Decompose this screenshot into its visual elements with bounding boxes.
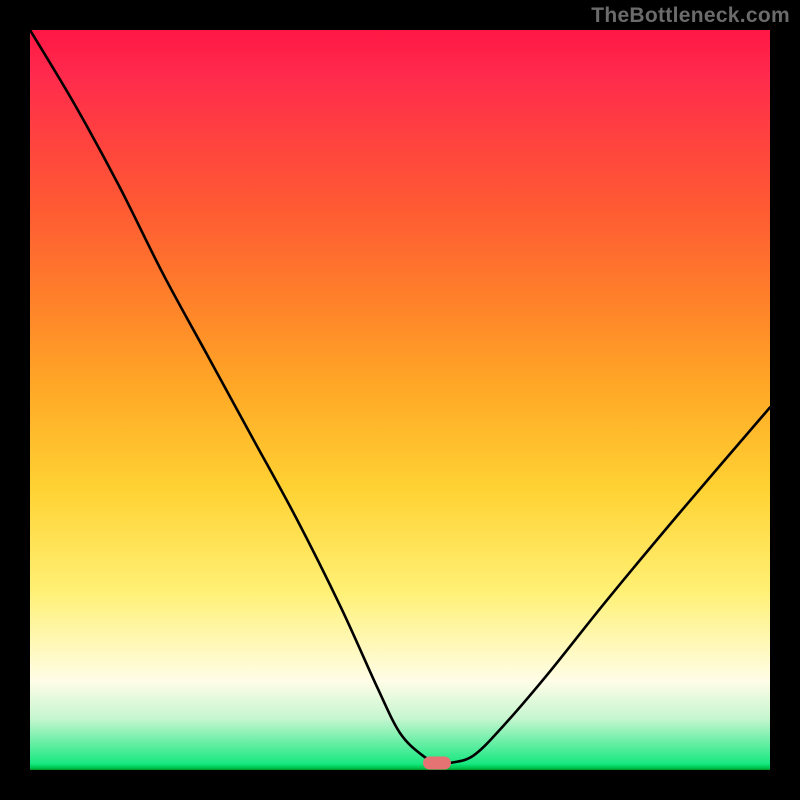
bottleneck-chart-frame: TheBottleneck.com xyxy=(0,0,800,800)
optimal-point-marker xyxy=(423,756,451,769)
bottleneck-curve-line xyxy=(30,30,770,764)
curve-svg xyxy=(30,30,770,770)
plot-area xyxy=(30,30,770,770)
watermark-text: TheBottleneck.com xyxy=(591,4,790,28)
